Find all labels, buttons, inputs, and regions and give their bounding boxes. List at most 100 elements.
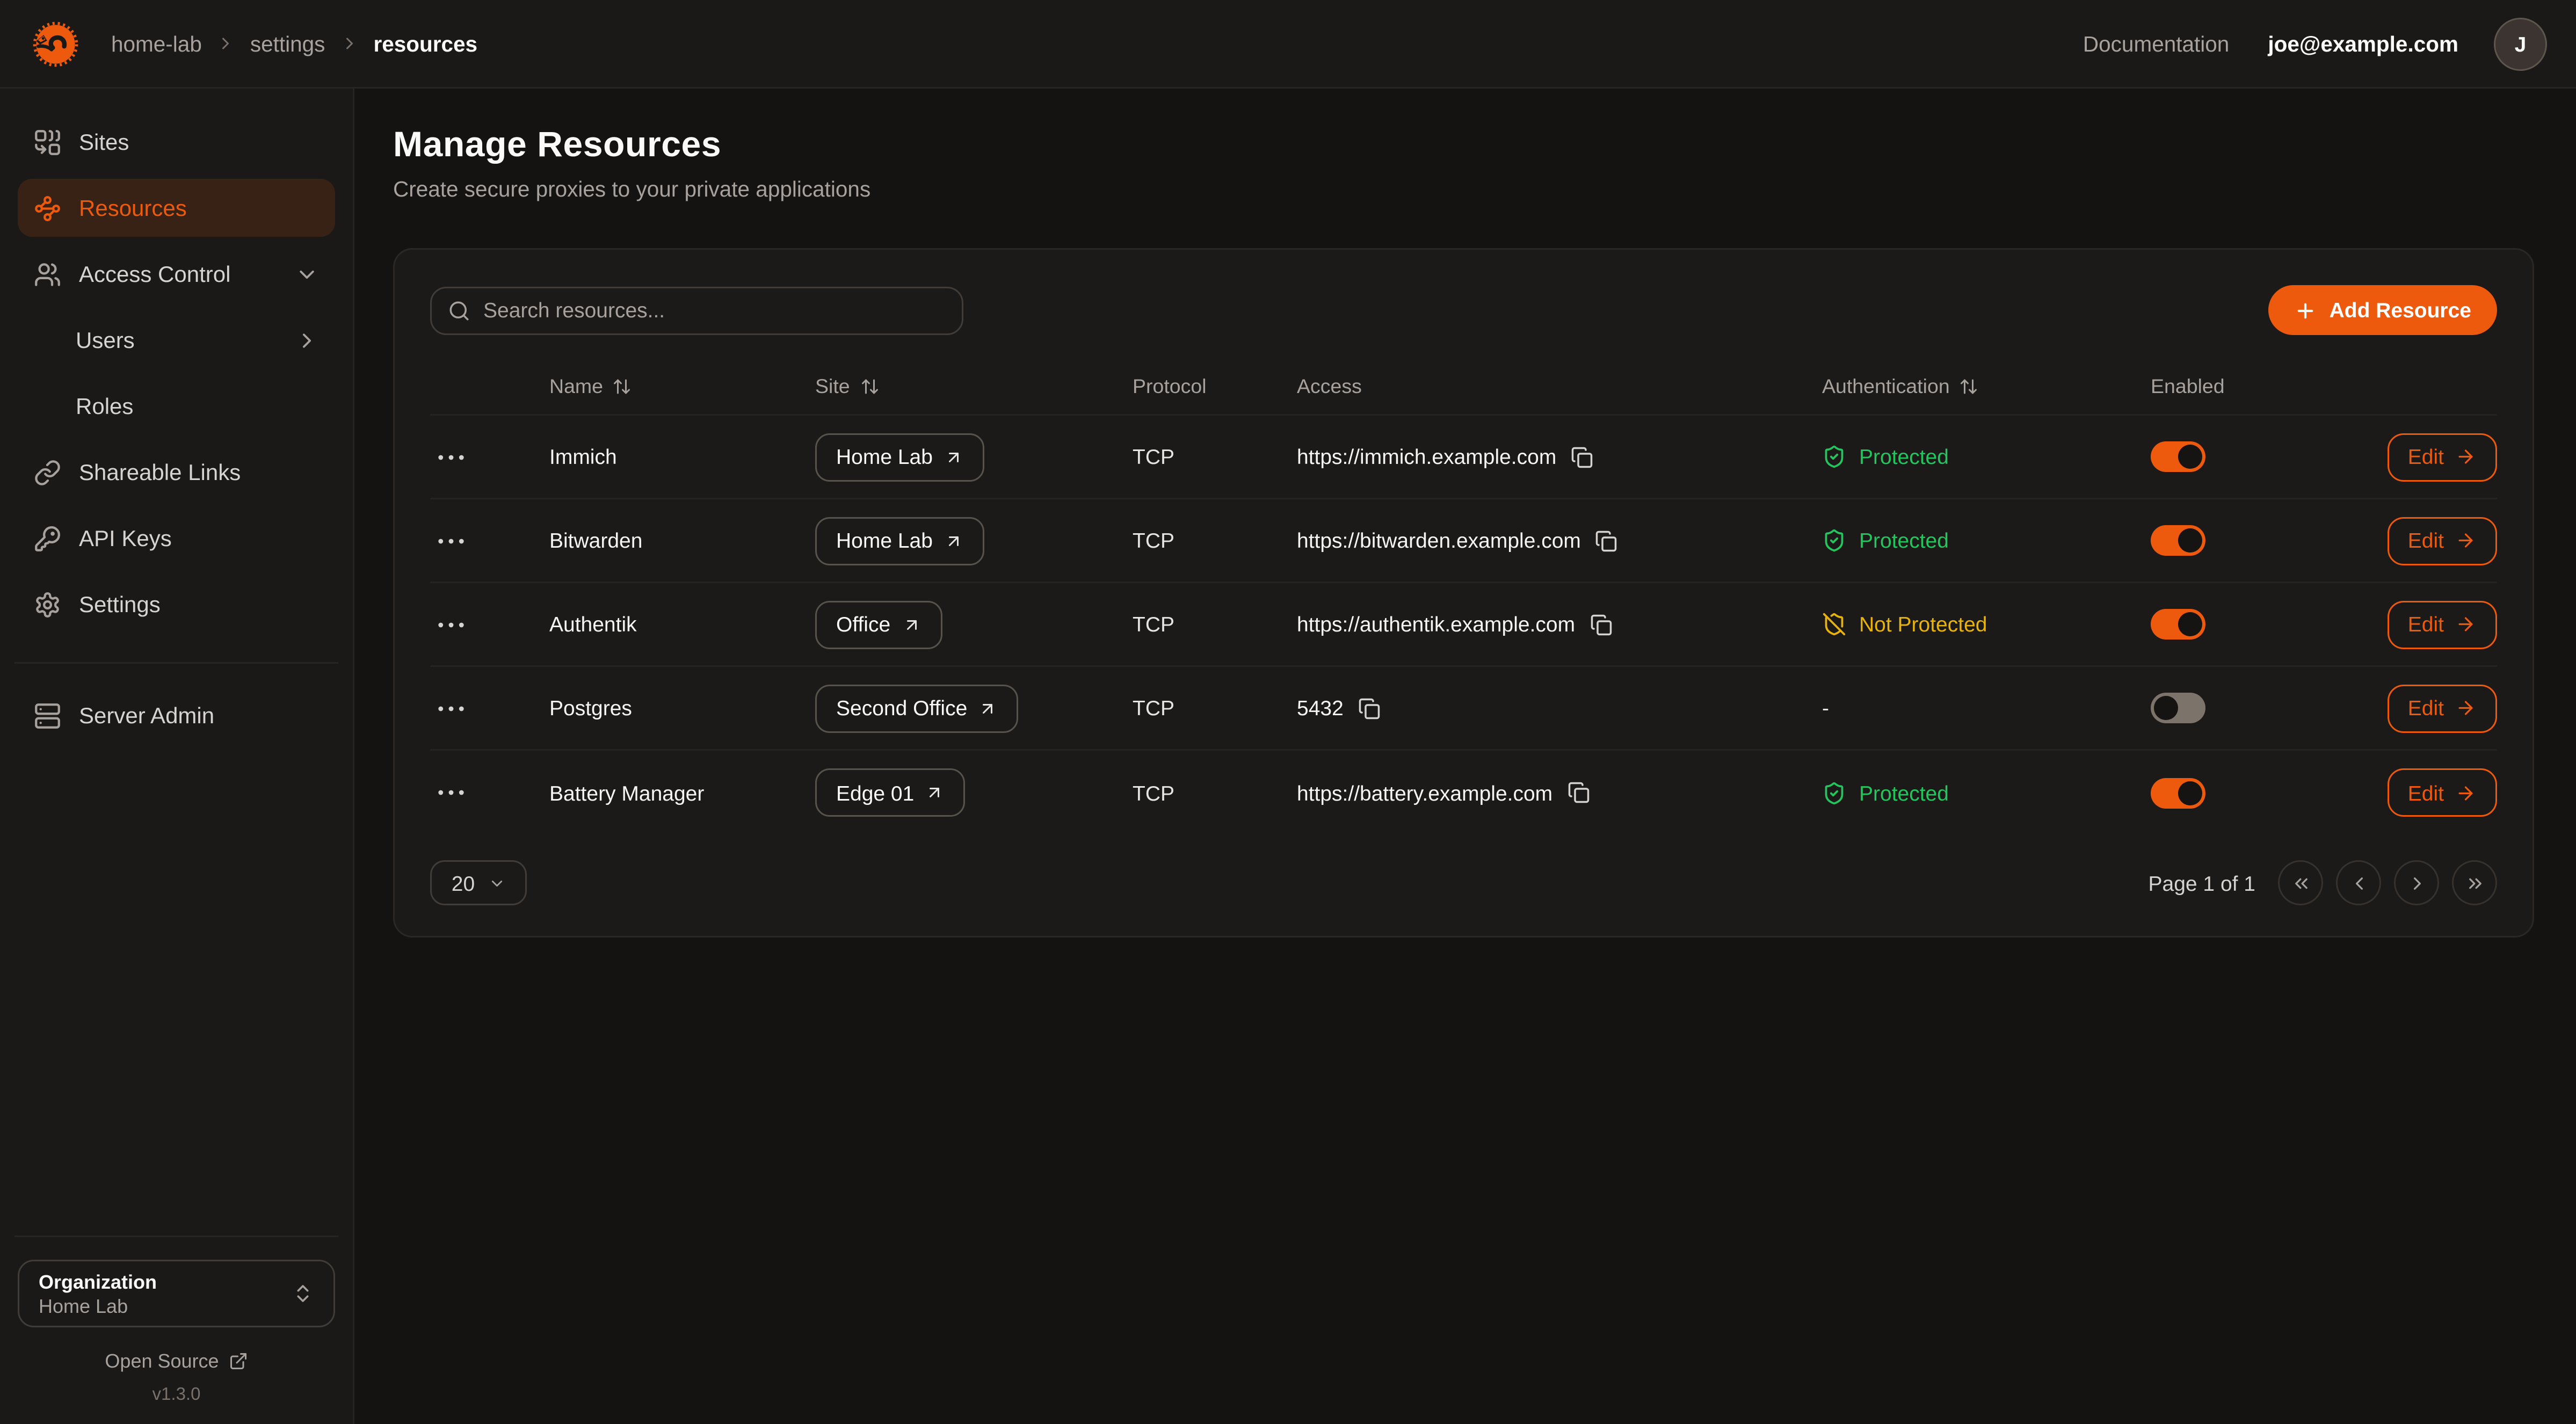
first-page-button[interactable] xyxy=(2278,860,2323,905)
toggle-knob xyxy=(2178,612,2202,636)
avatar[interactable]: J xyxy=(2494,17,2547,70)
enabled-toggle[interactable] xyxy=(2151,778,2205,808)
row-menu-button[interactable] xyxy=(430,521,469,560)
documentation-link[interactable]: Documentation xyxy=(2083,32,2229,56)
toggle-knob xyxy=(2154,696,2178,720)
resource-protocol: TCP xyxy=(1133,781,1297,805)
users-icon xyxy=(34,260,61,288)
edit-label: Edit xyxy=(2408,528,2444,553)
sidebar-nav: Sites Resources Access Control Users xyxy=(18,113,335,744)
site-link[interactable]: Home Lab xyxy=(815,517,984,565)
page-size-select[interactable]: 20 xyxy=(430,860,527,905)
edit-label: Edit xyxy=(2408,612,2444,636)
edit-button[interactable]: Edit xyxy=(2387,768,2497,817)
user-email[interactable]: joe@example.com xyxy=(2268,32,2458,56)
enabled-toggle[interactable] xyxy=(2151,609,2205,640)
row-menu-button[interactable] xyxy=(430,689,469,728)
breadcrumb-page[interactable]: resources xyxy=(373,32,477,56)
shield-check-icon xyxy=(1822,445,1846,469)
open-source-link[interactable]: Open Source xyxy=(18,1350,335,1372)
edit-button[interactable]: Edit xyxy=(2387,433,2497,481)
copy-icon[interactable] xyxy=(1590,613,1612,636)
sidebar-item-users[interactable]: Users xyxy=(18,311,335,369)
edit-button[interactable]: Edit xyxy=(2387,517,2497,565)
arrow-up-right-icon xyxy=(944,531,963,550)
resource-access: https://bitwarden.example.com xyxy=(1297,528,1822,553)
edit-button[interactable]: Edit xyxy=(2387,600,2497,649)
site-name: Edge 01 xyxy=(836,781,914,805)
site-link[interactable]: Second Office xyxy=(815,684,1019,732)
site-link[interactable]: Home Lab xyxy=(815,433,984,481)
resource-protocol: TCP xyxy=(1133,696,1297,720)
add-resource-button[interactable]: Add Resource xyxy=(2268,285,2497,335)
search-input[interactable] xyxy=(483,298,946,322)
sidebar-bottom: Organization Home Lab Open Source v1.3.0 xyxy=(18,1236,335,1405)
enabled-toggle[interactable] xyxy=(2151,525,2205,556)
arrow-right-icon xyxy=(2455,614,2476,635)
sidebar-item-shareable-links[interactable]: Shareable Links xyxy=(18,443,335,501)
sidebar-divider xyxy=(14,662,338,664)
edit-label: Edit xyxy=(2408,781,2444,805)
access-url[interactable]: https://immich.example.com xyxy=(1297,445,1556,469)
chevron-down-icon xyxy=(488,874,505,892)
sites-icon xyxy=(34,128,61,156)
sidebar-item-api-keys[interactable]: API Keys xyxy=(18,509,335,567)
enabled-toggle[interactable] xyxy=(2151,693,2205,723)
pangolin-logo-icon[interactable] xyxy=(29,17,82,70)
site-name: Second Office xyxy=(836,696,967,720)
column-header-label: Site xyxy=(815,375,850,397)
last-page-button[interactable] xyxy=(2452,860,2497,905)
sort-icon xyxy=(860,376,879,396)
column-header-access: Access xyxy=(1297,375,1822,397)
column-header-authentication[interactable]: Authentication xyxy=(1822,375,2151,397)
row-menu-button[interactable] xyxy=(430,605,469,644)
auth-status-label: Protected xyxy=(1859,445,1949,469)
column-header-label: Name xyxy=(549,375,603,397)
organization-text: Organization Home Lab xyxy=(39,1270,157,1317)
site-link[interactable]: Office xyxy=(815,600,942,649)
arrow-right-icon xyxy=(2455,446,2476,467)
resource-access: 5432 xyxy=(1297,696,1822,720)
row-menu-button[interactable] xyxy=(430,773,469,812)
pagination-controls xyxy=(2278,860,2497,905)
resource-name: Postgres xyxy=(549,696,815,720)
auth-status: Not Protected xyxy=(1822,612,2151,636)
resources-card: Add Resource Name Site Protocol xyxy=(393,248,2534,938)
site-link[interactable]: Edge 01 xyxy=(815,768,966,817)
copy-icon[interactable] xyxy=(1595,529,1618,552)
sidebar-item-resources[interactable]: Resources xyxy=(18,179,335,237)
access-url[interactable]: https://authentik.example.com xyxy=(1297,612,1575,636)
link-icon xyxy=(34,459,61,486)
copy-icon[interactable] xyxy=(1567,781,1590,804)
enabled-toggle[interactable] xyxy=(2151,441,2205,472)
column-header-site[interactable]: Site xyxy=(815,375,1133,397)
edit-label: Edit xyxy=(2408,696,2444,720)
chevron-right-icon xyxy=(295,328,319,352)
access-url[interactable]: https://bitwarden.example.com xyxy=(1297,528,1581,553)
column-header-name[interactable]: Name xyxy=(549,375,815,397)
sidebar-item-access-control[interactable]: Access Control xyxy=(18,245,335,303)
previous-page-button[interactable] xyxy=(2336,860,2381,905)
chevrons-right-icon xyxy=(2464,873,2485,893)
sidebar-item-roles[interactable]: Roles xyxy=(18,377,335,435)
chevron-left-icon xyxy=(2348,873,2369,893)
breadcrumb-org[interactable]: home-lab xyxy=(111,32,202,56)
sidebar-item-settings[interactable]: Settings xyxy=(18,575,335,633)
next-page-button[interactable] xyxy=(2394,860,2439,905)
server-icon xyxy=(34,702,61,729)
organization-selector[interactable]: Organization Home Lab xyxy=(18,1260,335,1327)
breadcrumb-settings[interactable]: settings xyxy=(250,32,325,56)
copy-icon[interactable] xyxy=(1571,446,1593,468)
row-menu-button[interactable] xyxy=(430,438,469,476)
resource-name: Authentik xyxy=(549,612,815,636)
sidebar-item-sites[interactable]: Sites xyxy=(18,113,335,171)
sidebar-item-server-admin[interactable]: Server Admin xyxy=(18,686,335,744)
resource-access: https://battery.example.com xyxy=(1297,781,1822,805)
access-url[interactable]: 5432 xyxy=(1297,696,1344,720)
copy-icon[interactable] xyxy=(1358,697,1381,720)
edit-button[interactable]: Edit xyxy=(2387,684,2497,732)
main-content: Manage Resources Create secure proxies t… xyxy=(354,89,2576,1424)
table-row: Battery Manager Edge 01 TCP https://batt… xyxy=(430,751,2497,834)
page-title: Manage Resources xyxy=(393,124,2534,166)
access-url[interactable]: https://battery.example.com xyxy=(1297,781,1552,805)
